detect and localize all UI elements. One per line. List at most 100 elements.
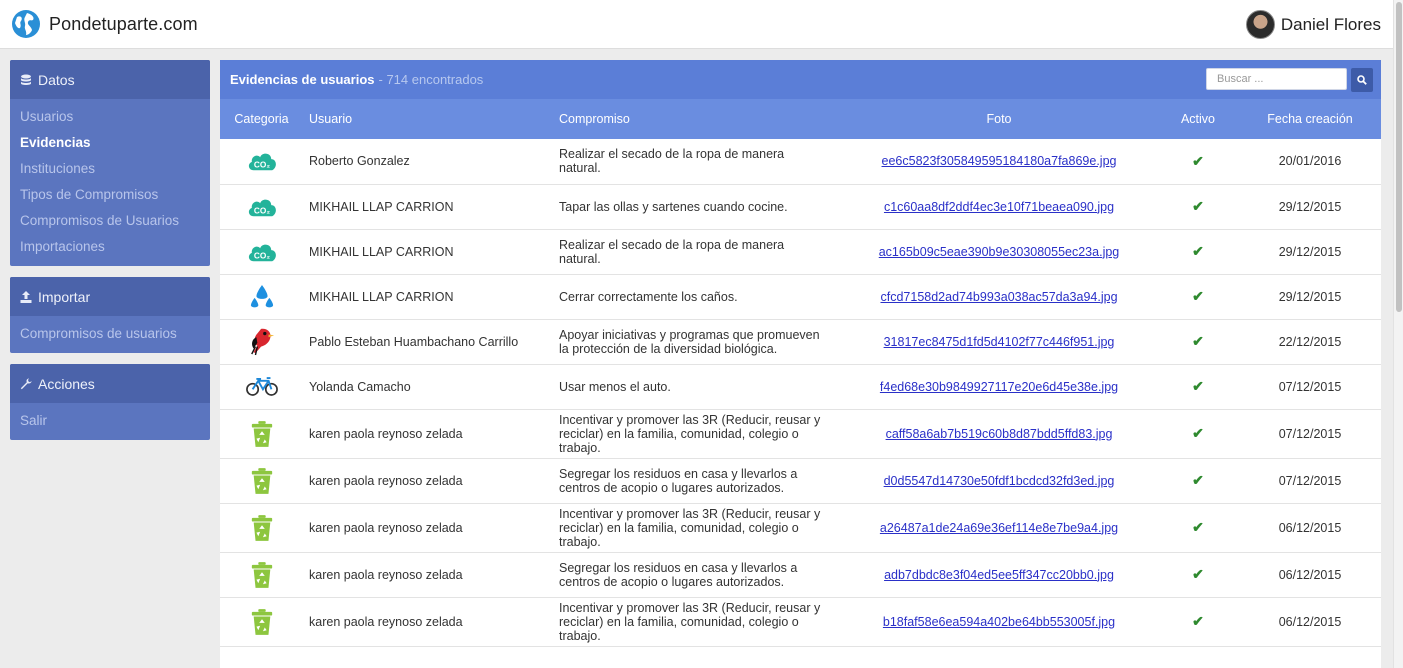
sidebar-section-acciones: Acciones Salir [10, 364, 210, 440]
photo-link[interactable]: ac165b09c5eae390b9e30308055ec23a.jpg [879, 245, 1120, 259]
column-header-activo[interactable]: Activo [1157, 99, 1239, 139]
co2-cloud-icon: CO₂ [245, 144, 279, 178]
photo-link[interactable]: caff58a6ab7b519c60b8d87bdd5ffd83.jpg [886, 427, 1113, 441]
sidebar-section-title: Acciones [38, 375, 95, 392]
date-cell: 29/12/2015 [1239, 184, 1381, 230]
category-cell [220, 364, 303, 410]
svg-text:CO₂: CO₂ [253, 160, 269, 170]
check-icon: ✔ [1192, 378, 1204, 394]
sidebar-item-compromisos-de-usuarios[interactable]: Compromisos de Usuarios [20, 208, 200, 234]
photo-cell: 31817ec8475d1fd5d4102f77c446f951.jpg [841, 319, 1157, 365]
photo-link[interactable]: a26487a1de24a69e36ef114e8e7be9a4.jpg [880, 521, 1118, 535]
table-row: CO₂ Roberto Gonzalez Realizar el secado … [220, 139, 1381, 185]
date-cell: 29/12/2015 [1239, 274, 1381, 320]
check-icon: ✔ [1192, 425, 1204, 441]
recycle-bin-icon [245, 464, 279, 498]
photo-link[interactable]: adb7dbdc8e3f04ed5ee5ff347cc20bb0.jpg [884, 568, 1114, 582]
column-header-usuario[interactable]: Usuario [303, 99, 553, 139]
commitment-cell: Cerrar correctamente los caños. [553, 274, 841, 320]
search-button[interactable] [1351, 68, 1373, 92]
user-cell: karen paola reynoso zelada [303, 458, 553, 504]
category-cell [220, 409, 303, 459]
date-cell: 07/12/2015 [1239, 458, 1381, 504]
user-cell: Pablo Esteban Huambachano Carrillo [303, 319, 553, 365]
date-cell: 07/12/2015 [1239, 409, 1381, 459]
user-cell: MIKHAIL LLAP CARRION [303, 274, 553, 320]
photo-link[interactable]: c1c60aa8df2ddf4ec3e10f71beaea090.jpg [884, 200, 1114, 214]
evidences-table: Categoria Usuario Compromiso Foto Activo… [220, 99, 1381, 647]
photo-cell: cfcd7158d2ad74b993a038ac57da3a94.jpg [841, 274, 1157, 320]
recycle-bin-icon [245, 605, 279, 639]
photo-link[interactable]: ee6c5823f305849595184180a7fa869e.jpg [882, 154, 1117, 168]
category-cell: CO₂ [220, 184, 303, 230]
table-row: karen paola reynoso zelada Segregar los … [220, 458, 1381, 504]
category-cell [220, 319, 303, 365]
photo-link[interactable]: b18faf58e6ea594a402be64bb553005f.jpg [883, 615, 1115, 629]
category-cell: CO₂ [220, 229, 303, 275]
sidebar-item-tipos-de-compromisos[interactable]: Tipos de Compromisos [20, 182, 200, 208]
sidebar: Datos Usuarios Evidencias Instituciones … [10, 60, 210, 451]
active-cell: ✔ [1157, 319, 1239, 365]
sidebar-item-salir[interactable]: Salir [20, 408, 200, 434]
active-cell: ✔ [1157, 229, 1239, 275]
co2-cloud-icon: CO₂ [245, 235, 279, 269]
brand-link[interactable]: Pondetuparte.com [11, 9, 198, 39]
check-icon: ✔ [1192, 613, 1204, 629]
column-header-compromiso[interactable]: Compromiso [553, 99, 841, 139]
column-header-categoria[interactable]: Categoria [220, 99, 303, 139]
sidebar-item-importaciones[interactable]: Importaciones [20, 234, 200, 260]
active-cell: ✔ [1157, 552, 1239, 598]
commitment-cell: Segregar los residuos en casa y llevarlo… [553, 458, 841, 504]
table-row: CO₂ MIKHAIL LLAP CARRION Tapar las ollas… [220, 184, 1381, 230]
sidebar-item-usuarios[interactable]: Usuarios [20, 104, 200, 130]
water-drops-icon [245, 280, 279, 314]
user-menu[interactable]: Daniel Flores [1245, 10, 1381, 39]
commitment-cell: Incentivar y promover las 3R (Reducir, r… [553, 409, 841, 459]
user-cell: Roberto Gonzalez [303, 139, 553, 185]
commitment-cell: Usar menos el auto. [553, 364, 841, 410]
table-row: CO₂ MIKHAIL LLAP CARRION Realizar el sec… [220, 229, 1381, 275]
sidebar-section-datos: Datos Usuarios Evidencias Instituciones … [10, 60, 210, 266]
sidebar-section-title: Importar [38, 288, 91, 305]
sidebar-item-evidencias[interactable]: Evidencias [20, 130, 200, 156]
sidebar-section-header: Datos [10, 60, 210, 99]
date-cell: 06/12/2015 [1239, 597, 1381, 647]
table-header-row: Categoria Usuario Compromiso Foto Activo… [220, 99, 1381, 139]
category-cell [220, 552, 303, 598]
photo-cell: adb7dbdc8e3f04ed5ee5ff347cc20bb0.jpg [841, 552, 1157, 598]
sidebar-section-header: Importar [10, 277, 210, 316]
user-cell: MIKHAIL LLAP CARRION [303, 229, 553, 275]
active-cell: ✔ [1157, 409, 1239, 459]
table-row: karen paola reynoso zelada Incentivar y … [220, 597, 1381, 647]
active-cell: ✔ [1157, 503, 1239, 553]
sidebar-item-compromisos-de-usuarios-import[interactable]: Compromisos de usuarios [20, 321, 200, 347]
user-cell: MIKHAIL LLAP CARRION [303, 184, 553, 230]
photo-link[interactable]: f4ed68e30b9849927117e20e6d45e38e.jpg [880, 380, 1118, 394]
active-cell: ✔ [1157, 274, 1239, 320]
photo-link[interactable]: d0d5547d14730e50fdf1bcdcd32fd3ed.jpg [884, 474, 1115, 488]
date-cell: 06/12/2015 [1239, 503, 1381, 553]
search-input[interactable] [1206, 68, 1347, 90]
commitment-cell: Segregar los residuos en casa y llevarlo… [553, 552, 841, 598]
column-header-fecha-creacion[interactable]: Fecha creación [1239, 99, 1381, 139]
photo-cell: f4ed68e30b9849927117e20e6d45e38e.jpg [841, 364, 1157, 410]
column-header-foto[interactable]: Foto [841, 99, 1157, 139]
photo-link[interactable]: cfcd7158d2ad74b993a038ac57da3a94.jpg [880, 290, 1117, 304]
check-icon: ✔ [1192, 288, 1204, 304]
bicycle-icon [245, 370, 279, 404]
page-scrollbar[interactable] [1393, 0, 1403, 668]
globe-icon [12, 10, 40, 38]
scrollbar-thumb[interactable] [1396, 2, 1402, 312]
photo-cell: d0d5547d14730e50fdf1bcdcd32fd3ed.jpg [841, 458, 1157, 504]
photo-cell: b18faf58e6ea594a402be64bb553005f.jpg [841, 597, 1157, 647]
category-cell [220, 458, 303, 504]
photo-link[interactable]: 31817ec8475d1fd5d4102f77c446f951.jpg [884, 335, 1115, 349]
commitment-cell: Incentivar y promover las 3R (Reducir, r… [553, 503, 841, 553]
database-icon [21, 74, 31, 85]
avatar [1245, 10, 1275, 39]
sidebar-section-importar: Importar Compromisos de usuarios [10, 277, 210, 353]
sidebar-item-instituciones[interactable]: Instituciones [20, 156, 200, 182]
category-cell [220, 597, 303, 647]
user-cell: karen paola reynoso zelada [303, 552, 553, 598]
brand-name: Pondetuparte.com [49, 13, 198, 34]
